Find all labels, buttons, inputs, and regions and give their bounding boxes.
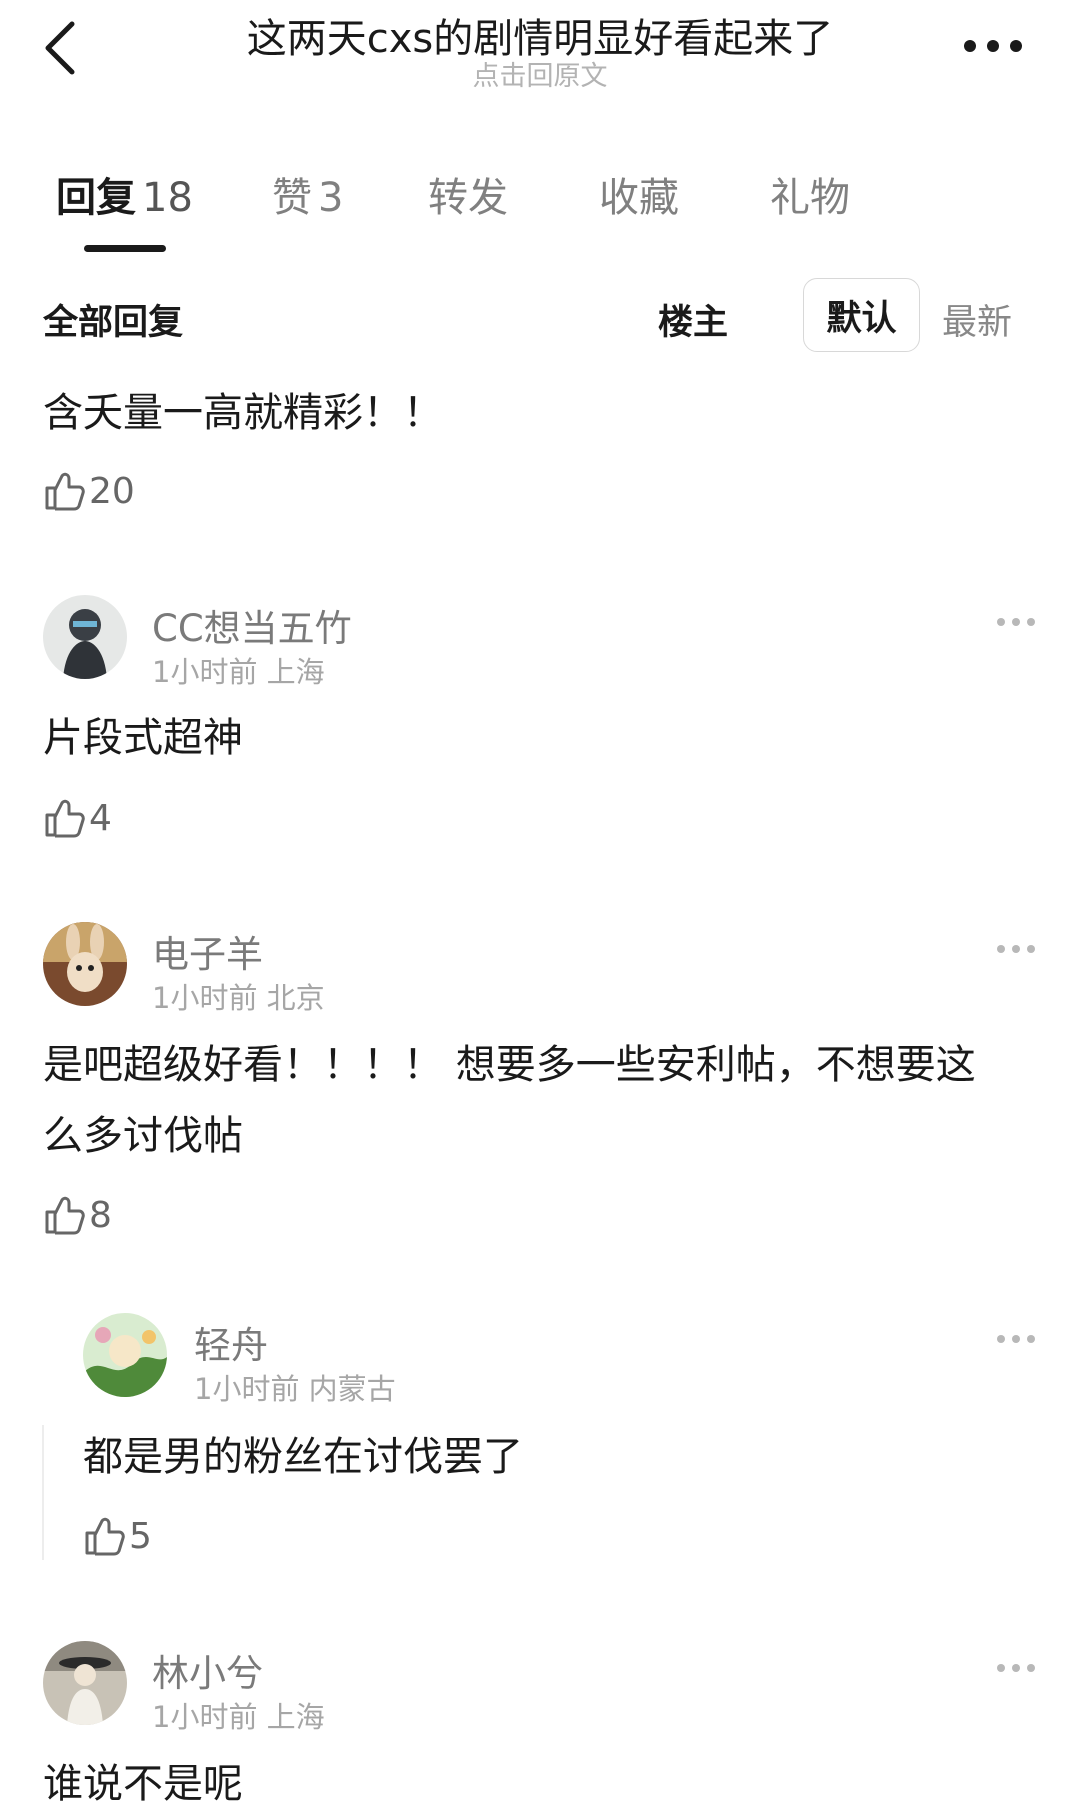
thumbs-up-icon [85, 1517, 125, 1556]
username[interactable]: CC想当五竹 [152, 598, 352, 652]
tab-replies[interactable]: 回复 18 [56, 165, 193, 223]
filter-op-button[interactable]: 楼主 [658, 294, 728, 345]
avatar-image [83, 1313, 167, 1397]
comment-meta: 1小时前 上海 [152, 655, 325, 689]
tab-label: 转发 [428, 175, 508, 221]
like-count: 4 [89, 797, 112, 839]
tab-count: 3 [318, 175, 344, 221]
comment-text-line: 是吧超级好看！！！！ 想要多一些安利帖，不想要这 [43, 1042, 976, 1088]
active-tab-indicator [84, 245, 166, 252]
op-comment-text: 含夭量一高就精彩！！ [43, 390, 443, 436]
comment-meta: 1小时前 上海 [152, 1700, 325, 1734]
like-count: 8 [89, 1194, 112, 1236]
all-replies-heading: 全部回复 [43, 303, 184, 343]
avatar-image [43, 595, 127, 679]
filter-newest-button[interactable]: 最新 [942, 294, 1012, 345]
thumbs-up-icon [45, 472, 85, 511]
like-button[interactable]: 5 [83, 1515, 152, 1557]
avatar[interactable] [83, 1313, 167, 1397]
tab-reposts[interactable]: 转发 [428, 165, 508, 223]
more-dots-icon [997, 1664, 1035, 1672]
avatar-image [43, 1641, 127, 1725]
avatar[interactable] [43, 595, 127, 679]
back-to-original-link[interactable]: 点击回原文 [0, 54, 1080, 93]
reply-thread-line [42, 1425, 44, 1560]
thumbs-up-icon [45, 1196, 85, 1235]
like-button[interactable]: 4 [43, 797, 112, 839]
tab-favorites[interactable]: 收藏 [599, 165, 679, 223]
tab-label: 回复 [56, 175, 136, 221]
comment-more-button[interactable] [996, 613, 1036, 626]
tab-label: 收藏 [599, 175, 679, 221]
like-button[interactable]: 8 [43, 1194, 112, 1236]
thumbs-up-icon [45, 799, 85, 838]
username[interactable]: 林小兮 [152, 1643, 263, 1697]
comment-meta: 1小时前 内蒙古 [194, 1372, 396, 1406]
filter-default-button[interactable]: 默认 [803, 278, 920, 352]
comment-text-line: 么多讨伐帖 [43, 1113, 243, 1159]
like-button[interactable]: 20 [43, 470, 135, 512]
comment-text: 片段式超神 [43, 715, 243, 761]
comment-text: 都是男的粉丝在讨伐罢了 [83, 1434, 523, 1480]
comment-more-button[interactable] [996, 940, 1036, 953]
more-options-button[interactable] [962, 38, 1024, 54]
tab-label: 赞 [272, 175, 312, 221]
more-dots-icon [997, 618, 1035, 626]
comment-more-button[interactable] [996, 1659, 1036, 1672]
tab-label: 礼物 [770, 175, 850, 221]
tab-count: 18 [142, 175, 193, 221]
username[interactable]: 轻舟 [194, 1315, 268, 1369]
avatar-image [43, 922, 127, 1006]
like-count: 5 [129, 1515, 152, 1557]
more-dots-icon [964, 40, 1022, 52]
comment-more-button[interactable] [996, 1330, 1036, 1343]
more-dots-icon [997, 945, 1035, 953]
more-dots-icon [997, 1335, 1035, 1343]
comment-text: 谁说不是呢 [43, 1761, 243, 1807]
avatar[interactable] [43, 922, 127, 1006]
comment-meta: 1小时前 北京 [152, 981, 325, 1015]
tab-bar: 回复 18 赞3 转发 收藏 礼物 [0, 165, 1080, 225]
avatar[interactable] [43, 1641, 127, 1725]
tab-gifts[interactable]: 礼物 [770, 165, 850, 223]
username[interactable]: 电子羊 [152, 924, 263, 978]
like-count: 20 [89, 470, 135, 512]
tab-likes[interactable]: 赞3 [272, 165, 343, 223]
